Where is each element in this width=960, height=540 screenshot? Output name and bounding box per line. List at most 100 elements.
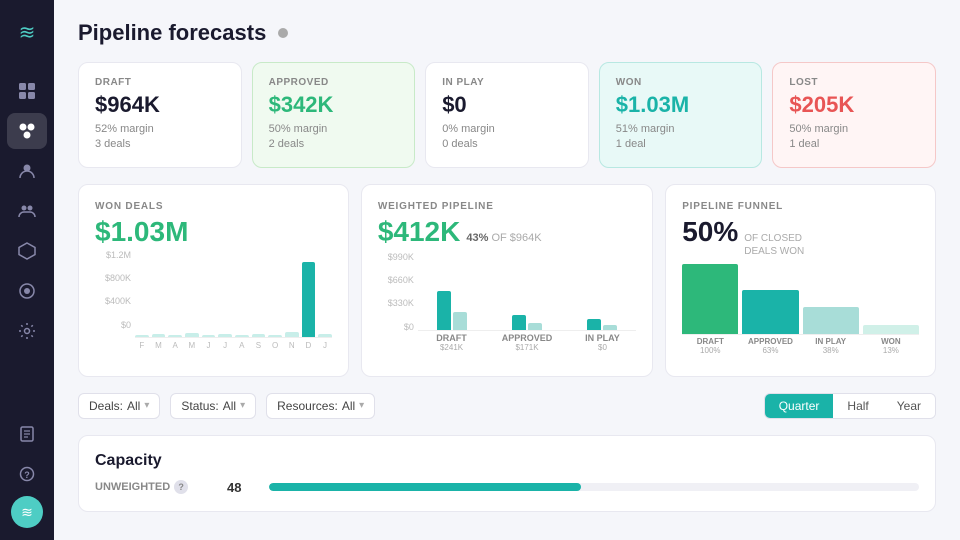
- filters-row: Deals: All ▾ Status: All ▾ Resources: Al…: [78, 393, 936, 419]
- won-xlabel-11: J: [318, 341, 332, 350]
- wp-bar-2-1: [603, 325, 617, 330]
- won-xlabel-5: J: [218, 341, 232, 350]
- won-deals-chart: $1.2M $800K $400K $0 FMAMJJASONDJ: [95, 250, 332, 350]
- weighted-pipeline-panel: WEIGHTED PIPELINE $412K 43% OF $964K $99…: [361, 184, 653, 377]
- won-bar-3: [185, 333, 199, 337]
- won-deals-value: $1.03M: [95, 216, 332, 248]
- sidebar-item-contacts[interactable]: [7, 153, 47, 189]
- sidebar-item-insights[interactable]: [7, 273, 47, 309]
- pf-xlabel-1: APPROVED63%: [742, 337, 798, 355]
- deals-filter-value: All: [127, 399, 140, 413]
- y-label-4: $1.2M: [95, 250, 131, 260]
- sidebar-item-help[interactable]: ?: [7, 456, 47, 492]
- wp-group-1: [493, 252, 560, 330]
- resources-filter[interactable]: Resources: All ▾: [266, 393, 375, 419]
- status-dot: [278, 28, 288, 38]
- pf-col-3: [863, 260, 919, 334]
- deals-dropdown-icon: ▾: [144, 400, 149, 411]
- pf-bar-0: [682, 264, 738, 334]
- pf-xlabel-2: IN PLAY38%: [803, 337, 859, 355]
- capacity-section: Capacity UNWEIGHTED ? 48: [78, 435, 936, 512]
- wp-chart: $990K $660K $330K $0 DRAFT$241KAPPROVED$…: [378, 252, 636, 352]
- card-draft-meta: 52% margin 3 deals: [95, 122, 225, 153]
- wp-group-0: [418, 252, 485, 330]
- wp-value: $412K: [378, 216, 461, 248]
- deals-filter[interactable]: Deals: All ▾: [78, 393, 160, 419]
- avatar-icon: ≋: [21, 504, 33, 521]
- sidebar-item-pipeline[interactable]: [7, 113, 47, 149]
- period-year-button[interactable]: Year: [883, 394, 935, 418]
- logo-icon: ≋: [11, 12, 44, 53]
- won-deals-label: WON DEALS: [95, 201, 332, 212]
- sidebar-item-products[interactable]: [7, 233, 47, 269]
- wp-group-2: [569, 252, 636, 330]
- sidebar: ≋ ? ≋: [0, 0, 54, 540]
- capacity-info-icon[interactable]: ?: [174, 480, 188, 494]
- won-bar-col-7: [252, 250, 266, 337]
- wp-y2: $330K: [378, 298, 414, 308]
- card-inplay-meta: 0% margin 0 deals: [442, 122, 572, 153]
- status-filter-label: Status:: [181, 399, 218, 413]
- sidebar-item-reports[interactable]: [7, 416, 47, 452]
- summary-cards: DRAFT $964K 52% margin 3 deals APPROVED …: [78, 62, 936, 168]
- card-lost-value: $205K: [789, 92, 919, 118]
- card-lost: LOST $205K 50% margin 1 deal: [772, 62, 936, 168]
- sidebar-item-dashboard[interactable]: [7, 73, 47, 109]
- won-bar-7: [252, 334, 266, 337]
- pf-xlabel-0: DRAFT100%: [682, 337, 738, 355]
- user-avatar[interactable]: ≋: [11, 496, 43, 528]
- wp-xlabel-2: IN PLAY$0: [569, 333, 636, 352]
- won-bar-col-3: [185, 250, 199, 337]
- status-dropdown-icon: ▾: [240, 400, 245, 411]
- card-won-value: $1.03M: [616, 92, 746, 118]
- page-header: Pipeline forecasts: [78, 20, 936, 46]
- pf-bar-1: [742, 290, 798, 334]
- won-deals-x-labels: FMAMJJASONDJ: [135, 341, 332, 350]
- y-label-3: $800K: [95, 273, 131, 283]
- resources-filter-label: Resources:: [277, 399, 338, 413]
- wp-y3: $660K: [378, 275, 414, 285]
- won-bar-5: [218, 334, 232, 337]
- wp-bars: [418, 252, 636, 331]
- period-quarter-button[interactable]: Quarter: [765, 394, 834, 418]
- pf-pct: 50%: [682, 216, 738, 248]
- pf-col-1: [742, 260, 798, 334]
- won-deals-bars: [135, 250, 332, 338]
- pf-col-0: [682, 260, 738, 334]
- y-label-2: $400K: [95, 296, 131, 306]
- won-bar-0: [135, 335, 149, 337]
- card-approved: APPROVED $342K 50% margin 2 deals: [252, 62, 416, 168]
- pf-col-2: [803, 260, 859, 334]
- capacity-bar: [269, 483, 919, 491]
- page-title: Pipeline forecasts: [78, 20, 266, 46]
- card-inplay-value: $0: [442, 92, 572, 118]
- sidebar-item-team[interactable]: [7, 193, 47, 229]
- pf-xlabel-3: WON13%: [863, 337, 919, 355]
- won-deals-y-axis: $1.2M $800K $400K $0: [95, 250, 131, 330]
- won-bar-col-8: [268, 250, 282, 337]
- card-approved-label: APPROVED: [269, 77, 399, 88]
- deals-filter-label: Deals:: [89, 399, 123, 413]
- main-content: Pipeline forecasts DRAFT $964K 52% margi…: [54, 0, 960, 540]
- resources-dropdown-icon: ▾: [359, 400, 364, 411]
- pf-label: PIPELINE FUNNEL: [682, 201, 919, 212]
- won-bar-4: [202, 335, 216, 337]
- wp-y-axis: $990K $660K $330K $0: [378, 252, 414, 332]
- chart-row: WON DEALS $1.03M $1.2M $800K $400K $0 FM…: [78, 184, 936, 377]
- won-xlabel-9: N: [285, 341, 299, 350]
- status-filter[interactable]: Status: All ▾: [170, 393, 256, 419]
- sidebar-item-settings[interactable]: [7, 313, 47, 349]
- won-xlabel-0: F: [135, 341, 149, 350]
- wp-xlabel-0: DRAFT$241K: [418, 333, 485, 352]
- won-bar-col-5: [218, 250, 232, 337]
- card-won-label: WON: [616, 77, 746, 88]
- won-xlabel-1: M: [152, 341, 166, 350]
- wp-sub: 43% OF $964K: [466, 232, 541, 244]
- won-bar-col-0: [135, 250, 149, 337]
- capacity-bar-fill: [269, 483, 581, 491]
- won-bar-9: [285, 332, 299, 337]
- pf-bar-3: [863, 325, 919, 334]
- wp-bar-1-1: [528, 323, 542, 330]
- period-half-button[interactable]: Half: [833, 394, 882, 418]
- period-selector: Quarter Half Year: [764, 393, 936, 419]
